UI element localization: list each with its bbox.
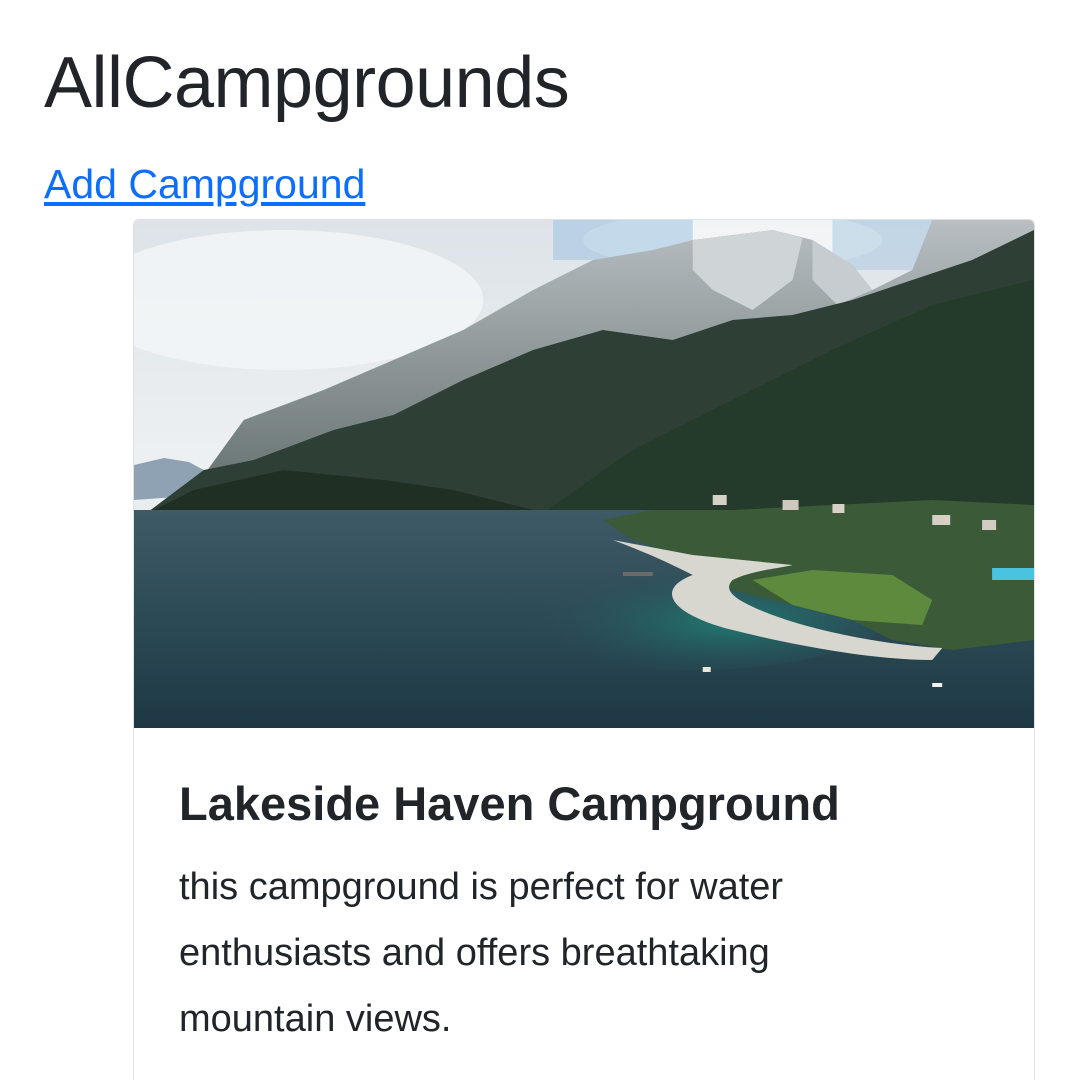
page: AllCampgrounds Add Campground Lakeside H… bbox=[0, 0, 1080, 1080]
page-title: AllCampgrounds bbox=[44, 43, 570, 123]
campground-card: Lakeside Haven Campground this campgroun… bbox=[133, 219, 1035, 1080]
card-body: Lakeside Haven Campground this campgroun… bbox=[134, 728, 1034, 1052]
campground-image[interactable] bbox=[134, 220, 1034, 728]
add-campground-link[interactable]: Add Campground bbox=[44, 160, 365, 209]
campground-description: this campground is perfect for water ent… bbox=[179, 866, 784, 1041]
campground-title: Lakeside Haven Campground bbox=[179, 777, 840, 830]
